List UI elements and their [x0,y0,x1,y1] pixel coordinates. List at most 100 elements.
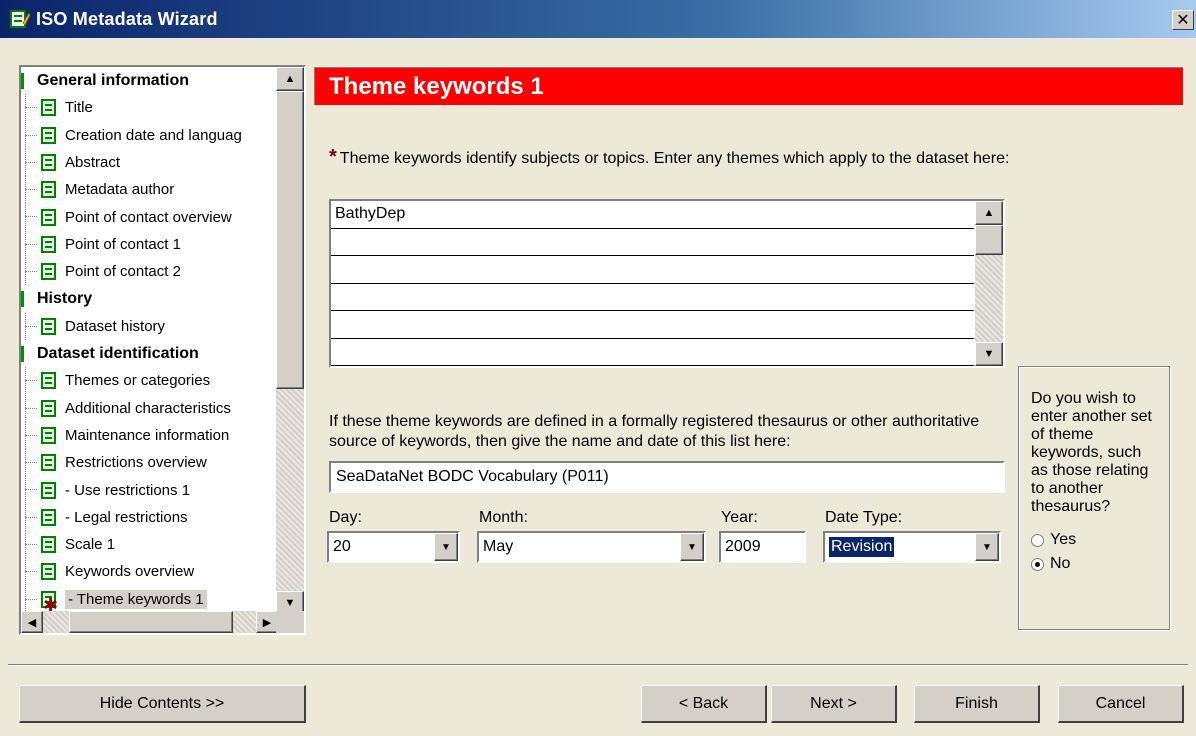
tree-item[interactable]: Restrictions overview [21,449,278,477]
scroll-thumb[interactable] [276,91,304,389]
next-button[interactable]: Next > [771,685,897,723]
document-icon [41,99,56,117]
date-type-value: Revision [827,536,896,558]
document-icon [41,563,56,581]
tree-item[interactable]: Dataset history [21,312,278,340]
keywords-vertical-scrollbar[interactable]: ▲ ▼ [975,201,1003,366]
keyword-row[interactable] [331,229,974,256]
tree-item[interactable]: - Legal restrictions [21,503,278,531]
finish-button[interactable]: Finish [914,685,1040,723]
chevron-down-icon[interactable]: ▼ [975,533,999,561]
tree-item[interactable]: Point of contact overview [21,203,278,231]
scroll-up-icon[interactable]: ▲ [975,201,1003,225]
keywords-instruction: * Theme keywords identify subjects or top… [329,147,1019,168]
thesaurus-name-field[interactable]: SeaDataNet BODC Vocabulary (P011) [329,461,1005,493]
date-type-select[interactable]: Revision ▼ [823,531,1001,563]
window-titlebar: ISO Metadata Wizard ✕ [0,0,1196,38]
scroll-down-icon[interactable]: ▼ [975,342,1003,366]
back-button[interactable]: < Back [641,685,767,723]
tree-item[interactable]: Abstract [21,148,278,176]
radio-yes[interactable]: Yes [1031,528,1159,552]
tree-item[interactable]: Title [21,94,278,122]
tree-item-label: Dataset identification [37,344,199,362]
tree-item-label: Metadata author [65,181,175,199]
tree-item[interactable]: Creation date and languag [21,121,278,149]
radio-no-label: No [1050,555,1071,572]
scroll-right-icon[interactable]: ▶ [256,611,278,633]
h-scroll-thumb[interactable] [69,611,233,633]
tree-list: General information Title Creation date an… [21,67,278,615]
cancel-button[interactable]: Cancel [1058,685,1184,723]
tree-item[interactable]: Maintenance information [21,421,278,449]
document-icon [41,536,56,554]
radio-yes-circle[interactable] [1031,533,1044,547]
keyword-row[interactable]: BathyDep [331,201,974,229]
hide-contents-button[interactable]: Hide Contents >> [19,685,306,723]
close-icon[interactable]: ✕ [1172,10,1194,30]
chevron-down-icon[interactable]: ▼ [434,533,458,561]
tree-connector [25,243,37,245]
radio-no-circle[interactable] [1031,557,1044,571]
keyword-row[interactable] [331,311,974,339]
tree-connector [25,189,37,191]
tree-connector [25,325,37,327]
window-title: ISO Metadata Wizard [36,8,218,29]
scroll-up-icon[interactable]: ▲ [276,67,304,91]
contents-tree[interactable]: General information Title Creation date an… [19,65,306,635]
tree-item-label: General information [37,71,190,89]
chevron-down-icon[interactable]: ▼ [680,533,704,561]
tree-item[interactable]: Metadata author [21,176,278,204]
instruction-text: Theme keywords identify subjects or topi… [339,150,1010,167]
document-icon [41,317,56,335]
footer-divider [8,664,1188,666]
scroll-left-icon[interactable]: ◀ [21,611,43,633]
tree-item-label: Keywords overview [65,563,195,581]
tree-connector [25,489,37,491]
keyword-row[interactable] [331,284,974,311]
document-icon [41,263,56,281]
document-icon [41,154,56,172]
tree-item[interactable]: Additional characteristics [21,394,278,422]
keyword-row[interactable] [331,256,974,284]
tree-vertical-scrollbar[interactable]: ▲ ▼ [276,67,304,615]
tree-item-label: Scale 1 [65,536,116,554]
tree-connector [25,134,37,136]
tree-connector [25,161,37,163]
year-field[interactable]: 2009 [719,531,806,563]
tree-connector [25,462,37,464]
tree-connector [25,598,37,600]
tree-item-label: Restrictions overview [65,454,207,472]
tree-item[interactable]: Scale 1 [21,531,278,559]
document-icon [41,208,56,226]
scroll-thumb[interactable] [975,225,1003,255]
theme-keywords-grid[interactable]: BathyDep ▲ ▼ [329,199,1005,368]
tree-connector [25,571,37,573]
tree-section-heading[interactable]: General information [21,67,278,94]
radio-yes-label: Yes [1050,531,1077,548]
day-select[interactable]: 20 ▼ [327,531,460,563]
radio-no[interactable]: No [1031,552,1159,576]
month-select[interactable]: May ▼ [477,531,706,563]
tree-section-heading[interactable]: History [21,285,278,312]
year-label: Year: [721,509,758,526]
tree-item-label: Title [65,99,93,117]
tree-item[interactable]: - Use restrictions 1 [21,476,278,504]
document-icon [41,235,56,253]
tree-item-label: Themes or categories [65,372,211,390]
keyword-row[interactable] [331,339,974,366]
tree-connector [25,216,37,218]
document-icon [41,454,56,472]
tree-item-label: Point of contact 2 [65,263,181,281]
tree-section-heading[interactable]: Dataset identification [21,340,278,367]
month-value: May [483,538,514,555]
tree-item[interactable]: Point of contact 2 [21,258,278,286]
tree-item-label: History [37,290,93,308]
tree-horizontal-scrollbar[interactable]: ◀ ▶ [21,611,278,633]
year-value: 2009 [725,538,761,555]
tree-item[interactable]: ✱ - Theme keywords 1 [21,585,278,615]
tree-item[interactable]: Themes or categories [21,367,278,395]
tree-item[interactable]: Keywords overview [21,558,278,586]
tree-item-label: - Legal restrictions [65,508,188,526]
tree-item[interactable]: Point of contact 1 [21,230,278,258]
tree-item-label: - Use restrictions 1 [65,481,191,499]
